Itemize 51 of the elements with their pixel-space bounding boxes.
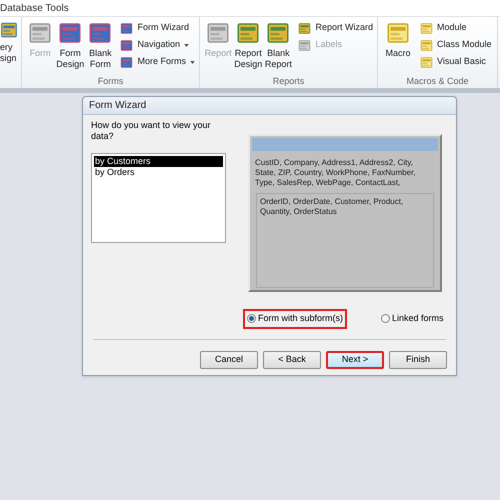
ribbon-button[interactable]: Blank Form <box>86 21 114 75</box>
question-text: How do you want to view your data? <box>91 120 211 142</box>
ribbon-button-icon <box>88 21 112 45</box>
ribbon-small-button[interactable]: Module <box>420 21 492 35</box>
radio-label: Form with subform(s) <box>258 312 344 325</box>
ribbon-small-button[interactable]: Form Wizard <box>120 21 195 35</box>
radio-option[interactable]: Linked forms <box>377 309 448 328</box>
dialog-button[interactable]: < Back <box>263 350 321 368</box>
ribbon-button-icon <box>386 21 410 45</box>
ribbon-small-button[interactable]: More Forms <box>120 55 195 69</box>
ribbon-button-icon <box>28 21 52 45</box>
radio-option[interactable]: Form with subform(s) <box>243 309 348 328</box>
ribbon-small-icon <box>420 56 433 68</box>
ribbon-small-button[interactable]: Report Wizard <box>298 21 373 35</box>
group-label: Macros & Code <box>405 75 470 88</box>
radio-button[interactable] <box>247 314 256 324</box>
ribbon-small-button[interactable]: Navigation <box>120 38 195 52</box>
ribbon-small-icon <box>420 38 433 52</box>
ribbon-small-icon <box>120 56 134 68</box>
group-label: Reports <box>272 75 306 88</box>
ribbon-small-icon <box>120 38 134 52</box>
list-item[interactable]: by Customers <box>94 156 223 167</box>
dialog-title: Form Wizard <box>89 99 146 113</box>
ribbon-button-icon <box>266 21 290 45</box>
ribbon-button[interactable]: Report Design <box>234 21 262 75</box>
ribbon-button-icon <box>58 21 82 45</box>
ribbon-button[interactable]: Macro <box>382 21 414 75</box>
dialog-button[interactable]: Cancel <box>200 350 258 368</box>
ribbon-button[interactable]: Blank Report <box>264 21 292 75</box>
ribbon-small-icon <box>298 38 312 52</box>
ribbon-button-icon <box>206 21 230 45</box>
ribbon-tab[interactable]: Database Tools <box>0 0 69 16</box>
ribbon-small-button[interactable]: Class Module <box>420 38 492 52</box>
caret-icon <box>190 60 195 64</box>
dialog-button[interactable]: Finish <box>389 350 447 368</box>
ribbon-small-icon <box>298 22 312 34</box>
ribbon-small-icon <box>120 22 134 34</box>
group-label: Forms <box>96 75 124 88</box>
sub-fields-text: OrderID, OrderDate, Customer, Product, Quantity, OrderStatus <box>260 197 404 217</box>
dialog-button[interactable]: Next > <box>326 350 384 368</box>
ribbon-button-icon <box>0 21 18 39</box>
ribbon-small-button[interactable]: Visual Basic <box>420 55 492 69</box>
main-fields-text: CustID, Company, Address1, Address2, City, State, ZIP, Country, WorkPhone, FaxNumber, Type, SalesRep, WebPage, ContactLast, <box>254 158 417 188</box>
ribbon-button[interactable]: ery sign <box>0 21 21 88</box>
radio-label: Linked forms <box>392 312 444 325</box>
ribbon-small-icon <box>420 22 433 34</box>
radio-button[interactable] <box>381 314 390 324</box>
ribbon-button[interactable]: Form Design <box>56 21 84 75</box>
ribbon-button-icon <box>236 21 260 45</box>
caret-icon <box>184 44 189 46</box>
list-item[interactable]: by Orders <box>94 167 223 178</box>
